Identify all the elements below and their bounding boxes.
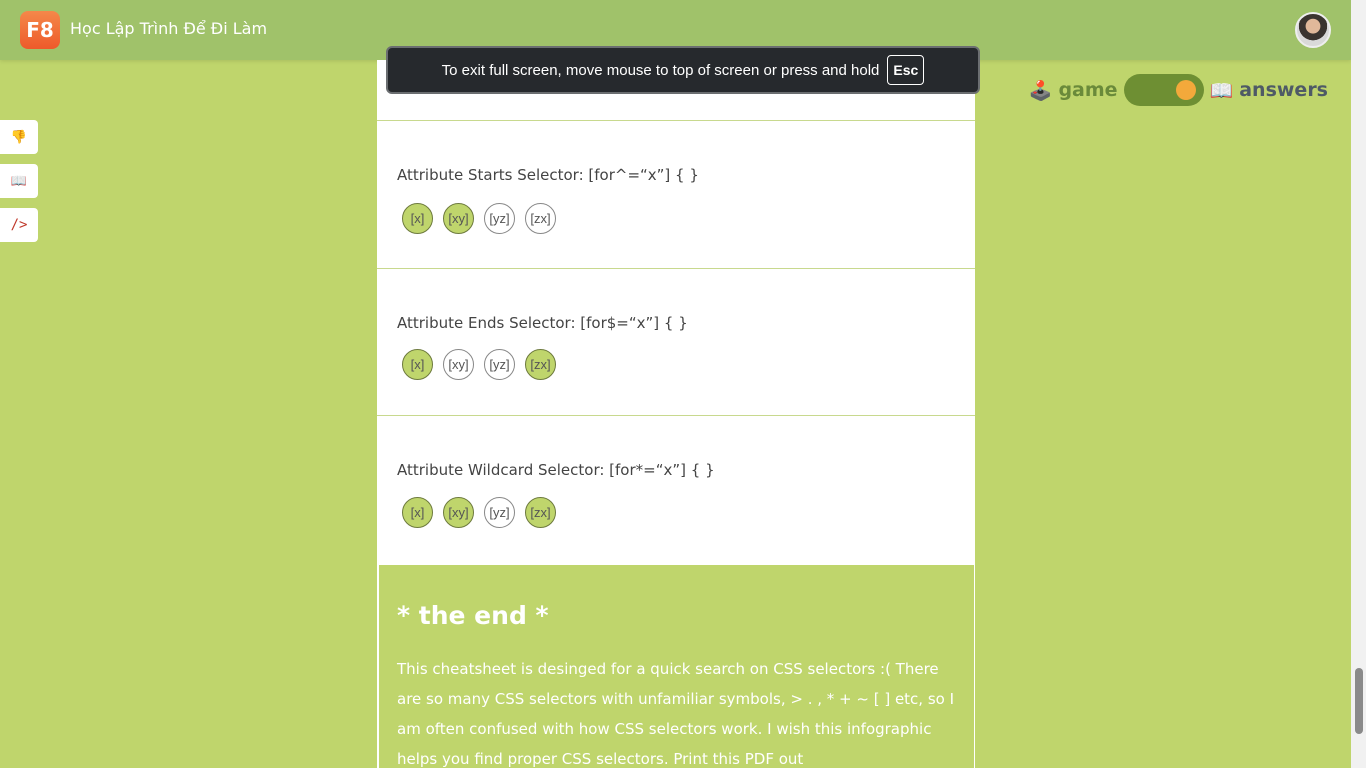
section-wildcard-selector: Attribute Wildcard Selector: [for*=“x”] … xyxy=(377,415,975,565)
section-ends-selector: Attribute Ends Selector: [for$=“x”] { } … xyxy=(377,268,975,415)
chip-zx[interactable]: [zx] xyxy=(525,349,556,380)
section-title: Attribute Ends Selector: [for$=“x”] { } xyxy=(397,314,688,332)
app-title[interactable]: Học Lập Trình Để Đi Làm xyxy=(70,19,267,38)
book-icon[interactable]: 📖 xyxy=(0,164,38,198)
chip-zx[interactable]: [zx] xyxy=(525,203,556,234)
section-starts-selector: Attribute Starts Selector: [for^=“x”] { … xyxy=(377,120,975,268)
chip-zx[interactable]: [zx] xyxy=(525,497,556,528)
end-text: This cheatsheet is desinged for a quick … xyxy=(397,660,955,768)
thumbs-down-icon[interactable]: 👎 xyxy=(0,120,38,154)
chip-x[interactable]: [x] xyxy=(402,349,433,380)
chip-yz[interactable]: [yz] xyxy=(484,497,515,528)
chip-x[interactable]: [x] xyxy=(402,497,433,528)
the-end-section: * the end * This cheatsheet is desinged … xyxy=(379,565,974,768)
user-avatar[interactable] xyxy=(1295,12,1331,48)
scrollbar-thumb[interactable] xyxy=(1355,668,1363,734)
chip-xy[interactable]: [xy] xyxy=(443,203,474,234)
page-scrollbar[interactable] xyxy=(1351,0,1366,768)
chip-x[interactable]: [x] xyxy=(402,203,433,234)
chip-yz[interactable]: [yz] xyxy=(484,203,515,234)
section-title: Attribute Wildcard Selector: [for*=“x”] … xyxy=(397,461,715,479)
fullscreen-exit-tooltip: To exit full screen, move mouse to top o… xyxy=(386,46,980,94)
chip-xy[interactable]: [xy] xyxy=(443,497,474,528)
end-title: * the end * xyxy=(397,601,549,630)
switch-knob[interactable] xyxy=(1175,80,1196,100)
esc-key: Esc xyxy=(887,55,925,85)
mode-toggle: 🕹️ game 📖 answers xyxy=(1029,74,1328,106)
joystick-icon: 🕹️ xyxy=(1028,79,1053,102)
f8-logo[interactable]: F8 xyxy=(20,11,60,49)
answers-label: answers xyxy=(1239,79,1328,101)
section-title: Attribute Starts Selector: [for^=“x”] { … xyxy=(397,166,699,184)
book-icon: 📖 xyxy=(1209,79,1234,102)
mode-switch[interactable] xyxy=(1123,74,1204,106)
chip-xy[interactable]: [xy] xyxy=(443,349,474,380)
game-label: game xyxy=(1058,79,1118,101)
tooltip-text: To exit full screen, move mouse to top o… xyxy=(441,61,880,79)
code-icon[interactable]: /> xyxy=(0,208,38,242)
chip-yz[interactable]: [yz] xyxy=(484,349,515,380)
